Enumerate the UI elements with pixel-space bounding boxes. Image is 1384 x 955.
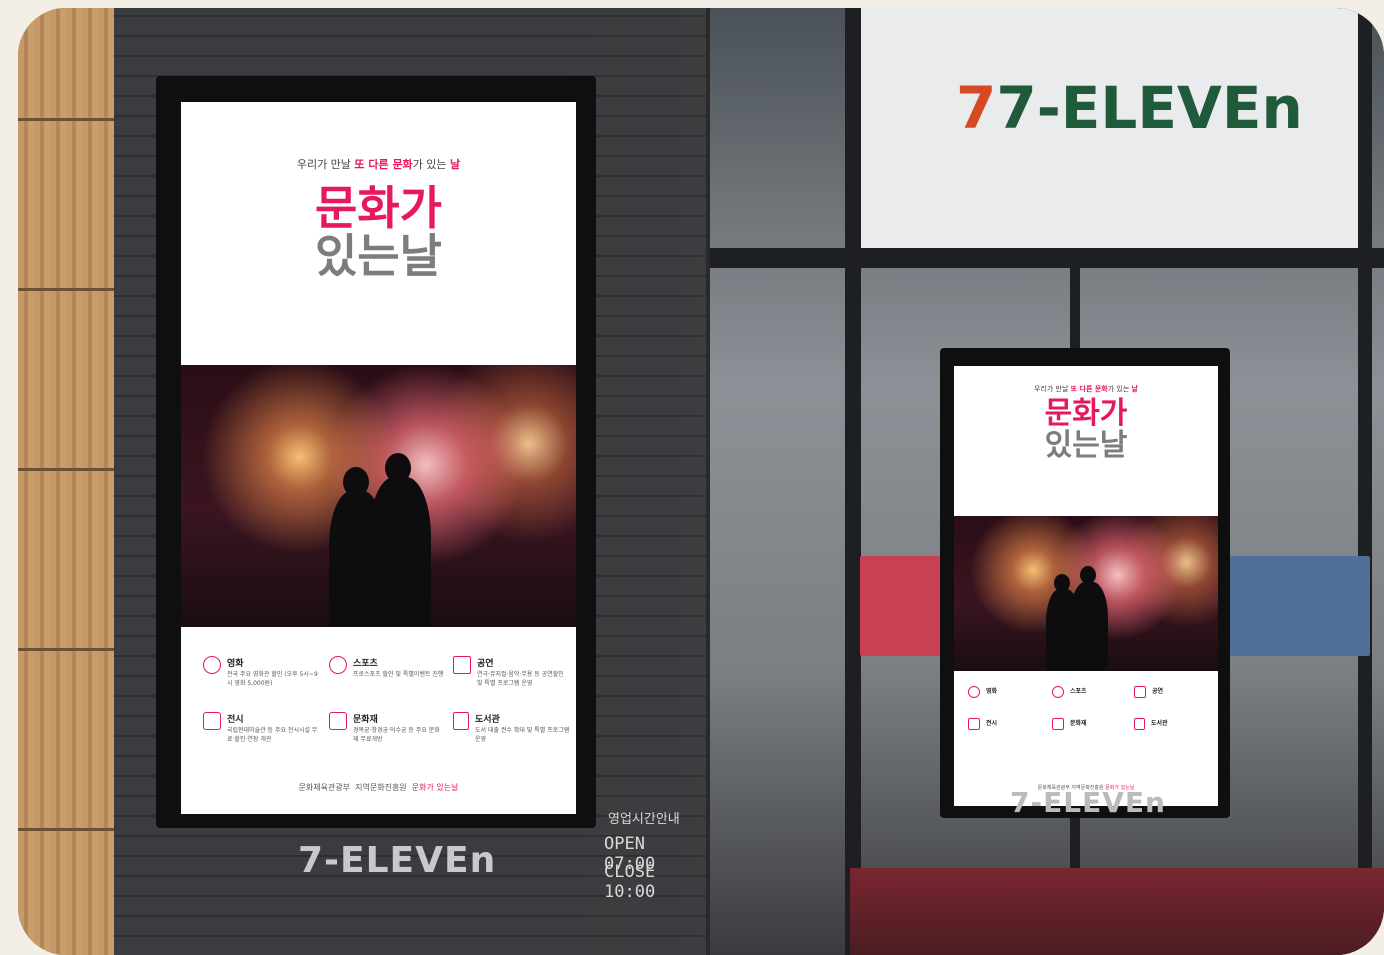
film-reel-icon <box>203 656 221 674</box>
seven-eleven-reflection-right: 7-ELEVEn <box>1010 786 1166 819</box>
store-hours-label: 영업시간안내 <box>608 812 680 827</box>
poster-left: 우리가 만날 또 다른 문화가 있는 날 문화가 있는날 영화 전국 주요 영화관… <box>181 102 576 814</box>
service-item: 도서관 도서 대출 권수 확대 및 특별 프로그램 운영 <box>453 712 571 743</box>
poster-logo: 문화가 있는날 <box>315 181 442 284</box>
museum-icon <box>968 718 980 730</box>
store-counter <box>850 868 1384 955</box>
photo-frame: 우리가 만날 또 다른 문화가 있는 날 문화가 있는날 영화 전국 주요 영화관… <box>18 8 1384 955</box>
baseball-icon <box>1052 686 1064 698</box>
fireworks-photo <box>954 516 1218 671</box>
palace-icon <box>329 712 347 730</box>
palace-icon <box>1052 718 1064 730</box>
book-icon <box>1134 718 1145 730</box>
service-item: 영화 전국 주요 영화관 할인 (오후 5시~9시 영화 5,000원) <box>203 656 318 687</box>
film-reel-icon <box>968 686 980 698</box>
man-silhouette <box>1070 582 1108 671</box>
right-photo: 77-ELEVEn 우리가 만날 또 다른 문화가 있는 날 문화가 있는날 영… <box>710 8 1384 955</box>
poster-tagline: 우리가 만날 또 다른 문화가 있는 날 <box>1034 385 1138 393</box>
fireworks-photo <box>181 365 576 627</box>
service-item: 도서관 <box>1134 718 1212 730</box>
man-silhouette <box>369 477 431 627</box>
service-item: 스포츠 프로스포츠 할인 및 특별이벤트 진행 <box>329 656 444 678</box>
service-item: 공연 연극·뮤지컬·음악·무용 등 공연할인 및 특별 프로그램 운영 <box>453 656 571 687</box>
museum-icon <box>203 712 221 730</box>
service-item: 문화재 경복궁·창경궁·덕수궁 등 주요 문화재 무료개방 <box>329 712 444 743</box>
poster-tagline: 우리가 만날 또 다른 문화가 있는 날 <box>296 158 461 171</box>
digital-signage-left: 우리가 만날 또 다른 문화가 있는 날 문화가 있는날 영화 전국 주요 영화관… <box>156 76 596 828</box>
service-item: 공연 <box>1134 686 1212 698</box>
service-item: 문화재 <box>1052 718 1128 730</box>
poster-right: 우리가 만날 또 다른 문화가 있는 날 문화가 있는날 영화 스포츠 공연 전… <box>954 366 1218 806</box>
store-hours-close: CLOSE 10:00 <box>604 862 656 902</box>
wood-wall <box>18 8 114 955</box>
service-item: 영화 <box>968 686 1044 698</box>
poster-footer: 문화체육관광부 지역문화진흥원 문화가 있는날 <box>298 783 459 792</box>
seven-eleven-sign: 77-ELEVEn <box>956 74 1303 142</box>
baseball-icon <box>329 656 347 674</box>
seven-eleven-reflection-left: 7-ELEVEn <box>298 840 497 881</box>
poster-logo: 문화가 있는날 <box>1044 396 1128 463</box>
digital-signage-right: 우리가 만날 또 다른 문화가 있는 날 문화가 있는날 영화 스포츠 공연 전… <box>940 348 1230 818</box>
left-photo: 우리가 만날 또 다른 문화가 있는 날 문화가 있는날 영화 전국 주요 영화관… <box>18 8 706 955</box>
services-grid: 영화 스포츠 공연 전시 문화재 도서관 <box>954 678 1218 768</box>
piano-icon <box>1134 686 1146 698</box>
services-grid: 영화 전국 주요 영화관 할인 (오후 5시~9시 영화 5,000원) 스포츠 프… <box>181 642 576 772</box>
piano-icon <box>453 656 471 674</box>
service-item: 전시 국립현대미술관 등 주요 전시시설 무료·할인·연장 개관 <box>203 712 318 743</box>
service-item: 전시 <box>968 718 1044 730</box>
service-item: 스포츠 <box>1052 686 1128 698</box>
book-icon <box>453 712 469 730</box>
